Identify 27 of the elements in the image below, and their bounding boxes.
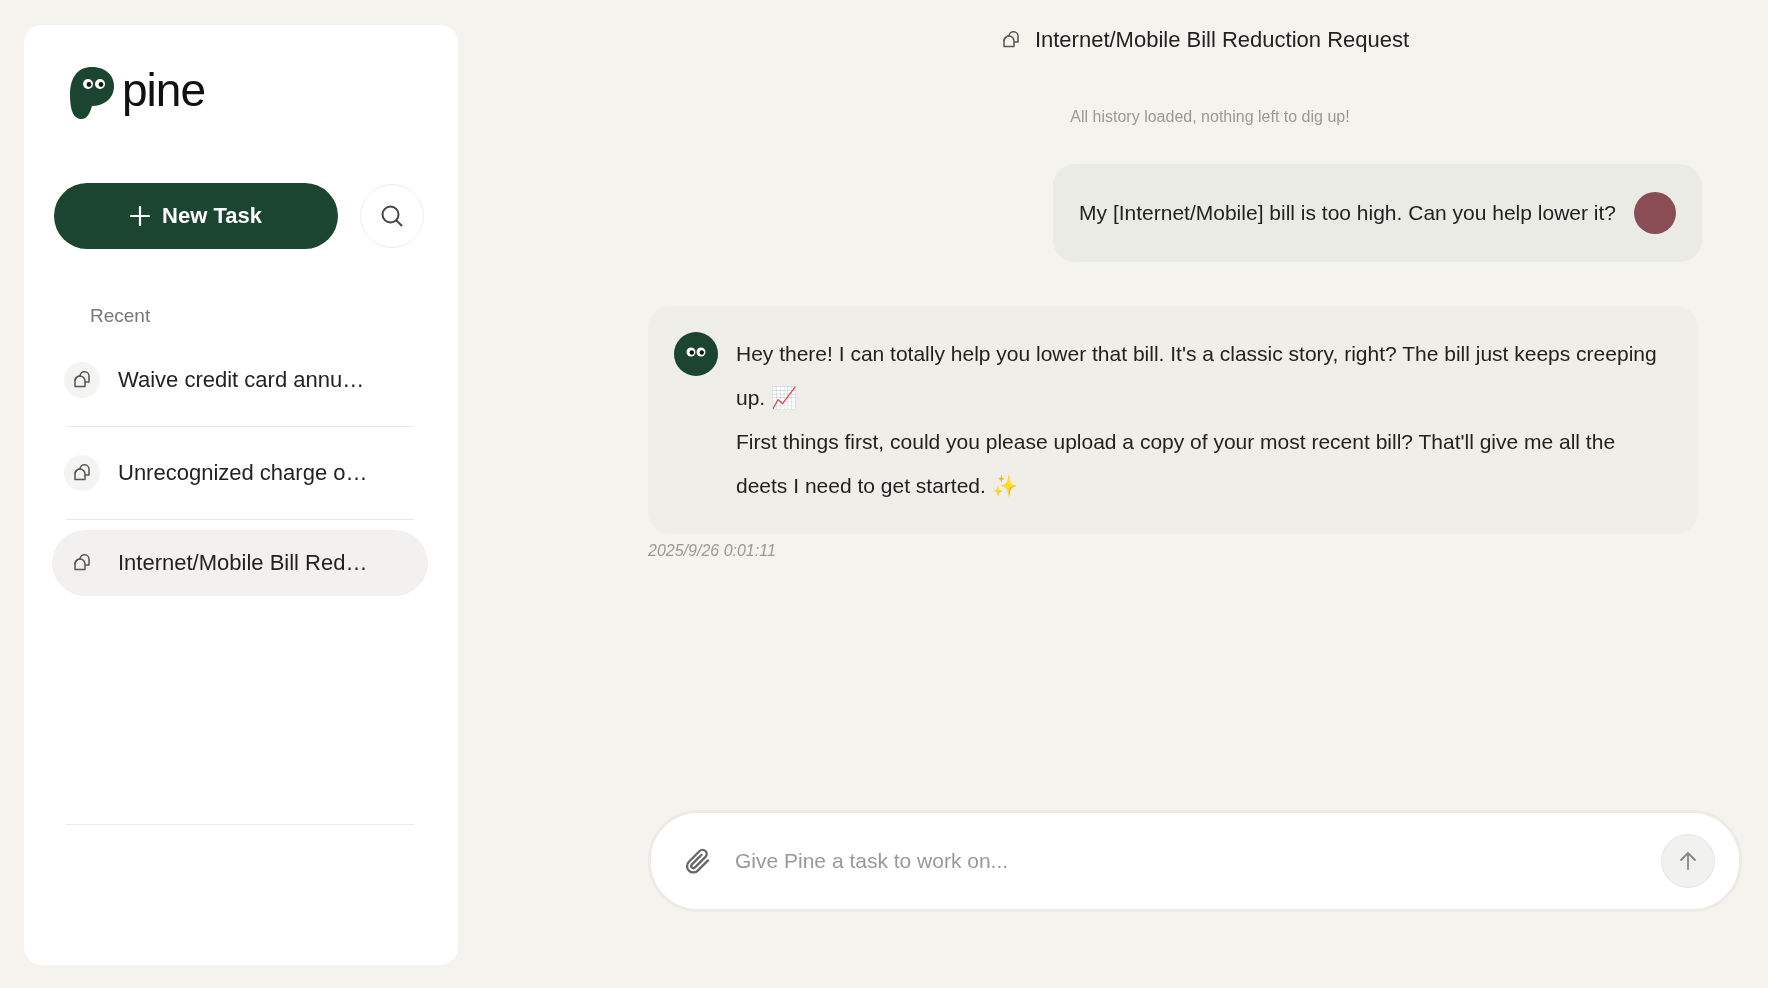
chat-bubbles-icon (72, 370, 92, 390)
task-list-item[interactable]: Unrecognized charge o… (52, 440, 428, 506)
history-note: All history loaded, nothing left to dig up! (1069, 108, 1351, 126)
new-task-button[interactable]: New Task (54, 183, 338, 249)
message-text: My [Internet/Mobile] bill is too high. Can you help lower it? (1079, 201, 1616, 225)
chat-bubbles-icon (1000, 30, 1021, 50)
task-title: Waive credit card annu… (118, 367, 365, 393)
bot-avatar-icon (674, 332, 718, 376)
task-list-item[interactable]: Internet/Mobile Bill Red… (52, 530, 428, 596)
task-input-field[interactable]: Give Pine a task to work on... (733, 848, 1641, 874)
send-button[interactable] (1661, 834, 1715, 888)
arrow-up-icon (1678, 851, 1698, 871)
message-text: Hey there! I can totally help you lower that bill. It's a classic story, right? The bill just keeps creeping up. 📈 (736, 341, 1658, 411)
conversation-title: Internet/Mobile Bill Reduction Request (1034, 27, 1410, 53)
logo-icon (68, 65, 116, 121)
message-text: First things first, could you please upload a copy of your most recent bill? That'll give me all the deets I need to get started. ✨ (736, 429, 1617, 499)
plus-icon (130, 206, 151, 226)
section-label: Recent (90, 305, 152, 327)
task-title: Unrecognized charge o… (118, 460, 368, 486)
timestamp: 2025/9/26 0:01:11 (648, 542, 777, 560)
user-avatar (1634, 192, 1676, 234)
search-icon (380, 204, 404, 228)
task-title: Internet/Mobile Bill Red… (118, 550, 368, 576)
chat-bubbles-icon (72, 463, 92, 483)
chat-bubbles-icon (72, 553, 92, 573)
logo-text: pine (122, 67, 205, 118)
task-list-item[interactable]: Waive credit card annu… (52, 347, 428, 413)
